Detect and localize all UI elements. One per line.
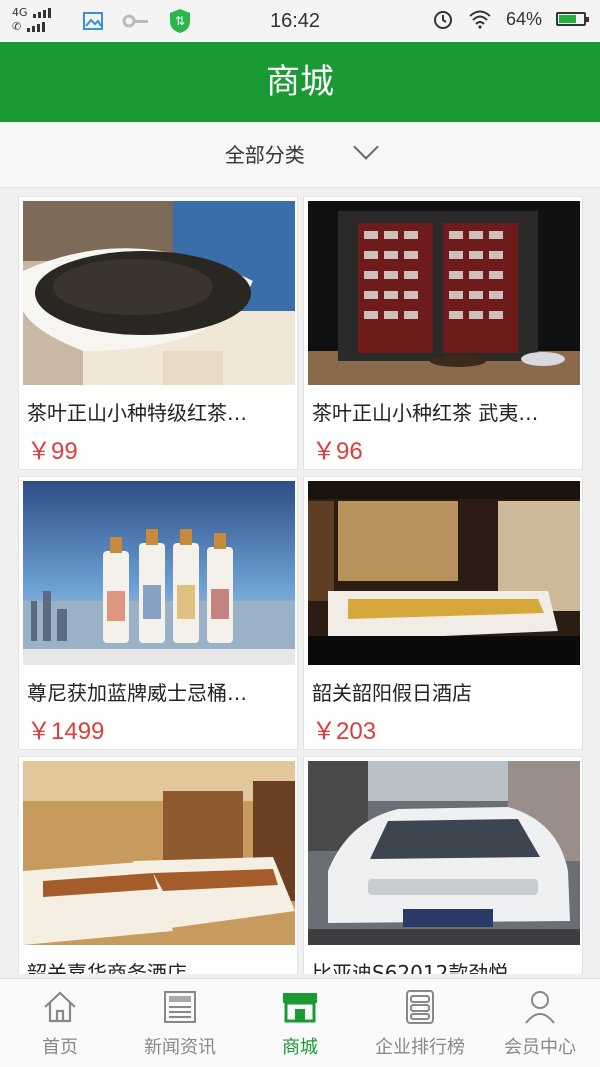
clock: 16:42 bbox=[270, 10, 321, 32]
tab-news[interactable]: 新闻资讯 bbox=[120, 979, 240, 1067]
category-filter-label: 全部分类 bbox=[224, 143, 305, 167]
product-title: 尊尼获加蓝牌威士忌桶… bbox=[27, 681, 247, 705]
product-image-whisky[interactable] bbox=[23, 481, 295, 665]
tab-label: 会员中心 bbox=[504, 1037, 576, 1058]
tab-ranking[interactable]: 企业排行榜 bbox=[360, 979, 480, 1067]
key-icon bbox=[122, 14, 148, 28]
battery-fill bbox=[559, 15, 576, 23]
status-bar: 4G ✆ ⇅ 16:42 64% bbox=[0, 0, 600, 42]
product-card[interactable]: 比亚迪S62012款劲悦… bbox=[303, 756, 583, 974]
product-card[interactable]: 尊尼获加蓝牌威士忌桶… ￥1499 bbox=[18, 476, 298, 750]
tab-label: 新闻资讯 bbox=[144, 1037, 216, 1058]
product-title: 茶叶正山小种特级红茶… bbox=[27, 401, 247, 425]
tab-label: 企业排行榜 bbox=[375, 1037, 465, 1058]
category-filter[interactable]: 全部分类 bbox=[0, 122, 600, 188]
list-icon bbox=[406, 990, 434, 1024]
product-price: ￥99 bbox=[27, 438, 78, 465]
svg-text:⇅: ⇅ bbox=[175, 14, 185, 28]
tab-label: 商城 bbox=[282, 1037, 318, 1058]
user-icon bbox=[525, 991, 555, 1024]
signal-icon-2 bbox=[26, 22, 45, 32]
news-icon bbox=[164, 991, 196, 1023]
store-icon bbox=[283, 993, 317, 1023]
page-title: 商城 bbox=[0, 42, 600, 122]
network-label: 4G bbox=[12, 6, 28, 19]
signal-info: 4G ✆ bbox=[12, 6, 53, 34]
product-title: 比亚迪S62012款劲悦… bbox=[312, 961, 529, 974]
bottom-tab-bar: 首页 新闻资讯 商城 企业排行榜 会员中心 bbox=[0, 978, 600, 1067]
product-card[interactable]: 茶叶正山小种特级红茶… ￥99 bbox=[18, 196, 298, 470]
signal-icon bbox=[33, 8, 52, 18]
product-title: 韶关嘉华商务酒店 bbox=[27, 961, 187, 974]
product-image-tea-box[interactable] bbox=[308, 201, 580, 385]
product-price: ￥96 bbox=[312, 438, 363, 465]
product-price: ￥203 bbox=[312, 718, 377, 745]
product-image-car[interactable] bbox=[308, 761, 580, 945]
gallery-icon bbox=[83, 12, 103, 30]
wifi-icon bbox=[469, 10, 491, 29]
alarm-icon bbox=[433, 11, 452, 29]
shield-icon: ⇅ bbox=[170, 9, 190, 33]
product-title: 韶关韶阳假日酒店 bbox=[312, 681, 472, 705]
product-image-tea-leaves[interactable] bbox=[23, 201, 295, 385]
tab-member[interactable]: 会员中心 bbox=[480, 979, 600, 1067]
tab-home[interactable]: 首页 bbox=[0, 979, 120, 1067]
product-price: ￥1499 bbox=[27, 718, 105, 745]
battery-icon bbox=[556, 12, 589, 26]
battery-percent: 64% bbox=[505, 8, 542, 29]
product-grid: 茶叶正山小种特级红茶… ￥99 茶叶正山小种红茶 武夷… ￥96 尊尼获加蓝牌威… bbox=[18, 196, 584, 974]
home-icon bbox=[44, 991, 76, 1023]
product-card[interactable]: 茶叶正山小种红茶 武夷… ￥96 bbox=[303, 196, 583, 470]
product-title: 茶叶正山小种红茶 武夷… bbox=[312, 401, 539, 425]
tab-label: 首页 bbox=[42, 1037, 78, 1058]
product-image-hotel-twin-room[interactable] bbox=[23, 761, 295, 945]
chevron-down-icon bbox=[353, 134, 379, 160]
product-card[interactable]: 韶关韶阳假日酒店 ￥203 bbox=[303, 476, 583, 750]
product-image-hotel-room[interactable] bbox=[308, 481, 580, 665]
product-card[interactable]: 韶关嘉华商务酒店 bbox=[18, 756, 298, 974]
tab-mall[interactable]: 商城 bbox=[240, 979, 360, 1067]
